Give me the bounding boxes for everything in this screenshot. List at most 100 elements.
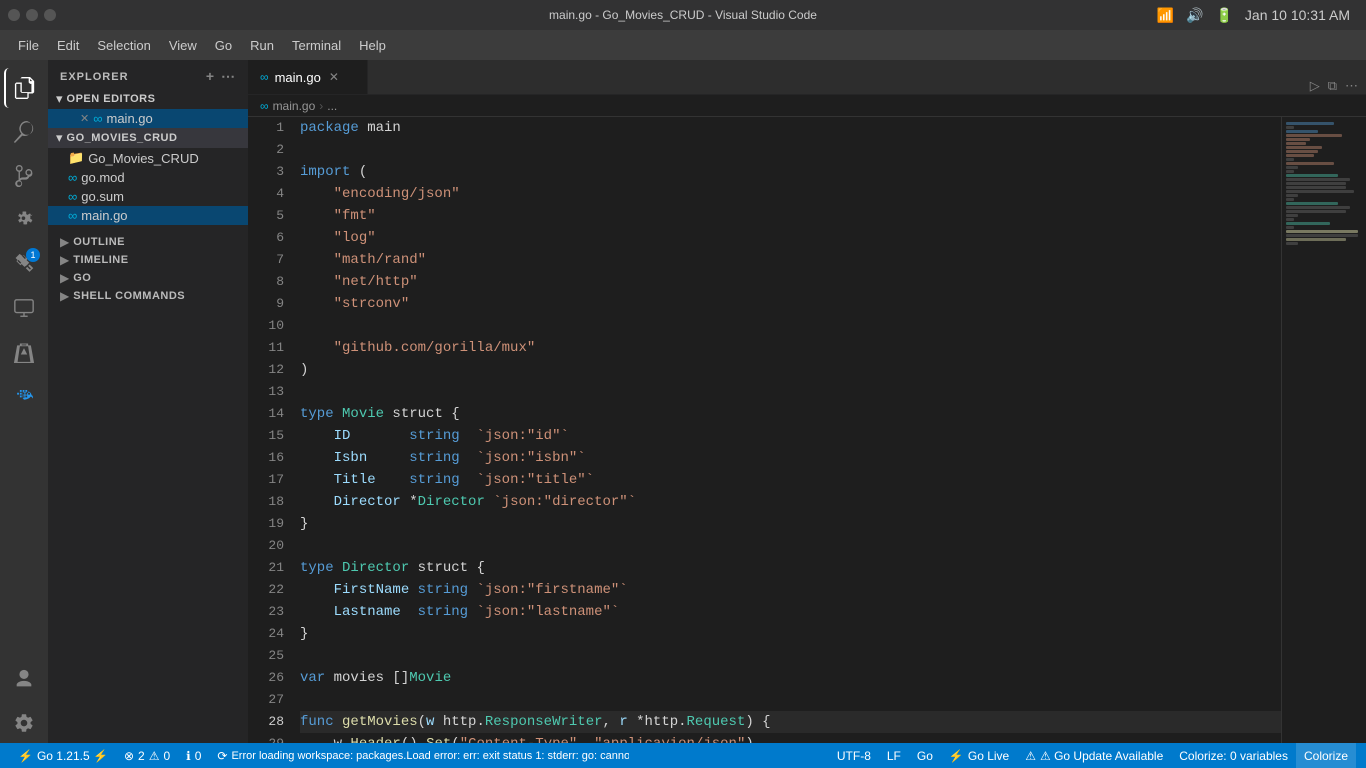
code-line-6: "log" [300,227,1281,249]
status-colorize-btn[interactable]: Colorize [1296,743,1356,768]
menu-go[interactable]: Go [207,34,240,57]
new-file-icon[interactable]: + [206,68,215,85]
status-encoding[interactable]: UTF-8 [829,743,879,768]
code-line-29: w.Header().Set("Content-Type", "applicay… [300,733,1281,743]
file-go-movies-crud[interactable]: 📁 Go_Movies_CRUD [48,148,248,168]
code-line-22: FirstName string `json:"firstname"` [300,579,1281,601]
search-activity-icon[interactable] [4,112,44,152]
go-label: GO [73,272,91,284]
open-editors-section[interactable]: ▾ OPEN EDITORS [48,89,248,109]
status-info[interactable]: ℹ 0 [178,743,209,768]
encoding-text: UTF-8 [837,749,871,763]
menu-terminal[interactable]: Terminal [284,34,349,57]
warning-icon: ⚠ [149,749,160,763]
close-dirty-icon[interactable]: ✕ [80,112,89,125]
menu-run[interactable]: Run [242,34,282,57]
source-control-activity-icon[interactable] [4,156,44,196]
project-name: GO_MOVIES_CRUD [67,132,178,144]
status-error-msg[interactable]: ⟳ Error loading workspace: packages.Load… [209,743,629,768]
minimap-content [1282,117,1366,250]
maximize-button[interactable] [26,9,38,21]
code-line-26: var movies []Movie [300,667,1281,689]
project-folder[interactable]: ▾ GO_MOVIES_CRUD [48,128,248,148]
status-go-version[interactable]: ⚡ Go 1.21.5 ⚡ [10,743,116,768]
wifi-icon: 📶 [1157,7,1174,24]
line-9: 9 [248,293,284,315]
colorize-button-text: Colorize [1304,749,1348,763]
file-go-sum[interactable]: ∞ go.sum [48,187,248,206]
close-button[interactable] [44,9,56,21]
explorer-actions: + ⋯ [206,68,236,85]
code-line-19: } [300,513,1281,535]
code-line-13 [300,381,1281,403]
code-line-21: type Director struct { [300,557,1281,579]
language-text: Go [917,749,933,763]
line-23: 23 [248,601,284,623]
code-content[interactable]: package main import ( "encoding/json" "f… [292,117,1281,743]
more-actions-button[interactable]: ⋯ [1345,78,1358,94]
code-line-9: "strconv" [300,293,1281,315]
docker-activity-icon[interactable] [4,376,44,416]
menu-edit[interactable]: Edit [49,34,87,57]
system-icons: 📶 🔊 🔋 Jan 10 10:31 AM [1157,7,1350,24]
error-icon: ⊗ [124,749,134,763]
testing-activity-icon[interactable] [4,332,44,372]
breadcrumb-symbol[interactable]: ... [327,99,337,113]
tab-go-icon: ∞ [260,70,269,84]
go-update-text: ⚠ Go Update Available [1040,749,1163,763]
line-29: 29 [248,733,284,743]
menu-help[interactable]: Help [351,34,394,57]
menu-file[interactable]: File [10,34,47,57]
extensions-activity-icon[interactable]: 1 [4,244,44,284]
line-4: 4 [248,183,284,205]
file-main-go[interactable]: ∞ main.go [48,206,248,225]
line-13: 13 [248,381,284,403]
file-go-mod[interactable]: ∞ go.mod [48,168,248,187]
tab-actions: ▷ ⧉ ⋯ [1310,78,1366,94]
run-debug-activity-icon[interactable] [4,200,44,240]
split-editor-button[interactable]: ⧉ [1328,78,1337,94]
outline-section[interactable]: ▶ OUTLINE [48,233,248,251]
menu-selection[interactable]: Selection [89,34,158,57]
code-line-3: import ( [300,161,1281,183]
go-section[interactable]: ▶ GO [48,269,248,287]
tab-main-go[interactable]: ∞ main.go ✕ [248,60,368,94]
go-main-icon: ∞ [68,208,77,223]
status-line-ending[interactable]: LF [879,743,909,768]
status-language[interactable]: Go [909,743,941,768]
status-colorize[interactable]: Colorize: 0 variables [1171,743,1296,768]
remote-explorer-activity-icon[interactable] [4,288,44,328]
shell-commands-section[interactable]: ▶ SHELL COMMANDS [48,287,248,305]
status-go-update[interactable]: ⚠ ⚠ Go Update Available [1017,743,1171,768]
run-button[interactable]: ▷ [1310,78,1320,94]
titlebar: main.go - Go_Movies_CRUD - Visual Studio… [0,0,1366,30]
explorer-activity-icon[interactable] [4,68,44,108]
account-activity-icon[interactable] [4,659,44,699]
code-line-24: } [300,623,1281,645]
line-3: 3 [248,161,284,183]
extensions-badge: 1 [26,248,40,262]
status-errors[interactable]: ⊗ 2 ⚠ 0 [116,743,178,768]
breadcrumb: ∞ main.go › ... [248,95,1366,117]
tab-label: main.go [275,70,321,85]
line-24: 24 [248,623,284,645]
open-editor-item-main-go[interactable]: ✕ ∞ main.go [48,109,248,128]
explorer-more-icon[interactable]: ⋯ [221,68,236,85]
settings-activity-icon[interactable] [4,703,44,743]
tab-close-button[interactable]: ✕ [327,68,341,86]
menu-view[interactable]: View [161,34,205,57]
timeline-section[interactable]: ▶ TIMELINE [48,251,248,269]
chevron-down-icon: ▾ [56,130,63,146]
breadcrumb-file[interactable]: main.go [273,99,316,113]
minimize-button[interactable] [8,9,20,21]
chevron-right-icon: ▶ [60,289,69,303]
code-line-10 [300,315,1281,337]
status-go-live[interactable]: ⚡ Go Live [941,743,1017,768]
code-line-28: func getMovies(w http.ResponseWriter, r … [300,711,1281,733]
sidebar: EXPLORER + ⋯ ▾ OPEN EDITORS ✕ ∞ main.go … [48,60,248,743]
line-19: 19 [248,513,284,535]
chevron-right-icon: ▶ [60,235,69,249]
code-line-1: package main [300,117,1281,139]
error-message: Error loading workspace: packages.Load e… [231,750,629,762]
sync-icon: ⟳ [217,749,227,763]
